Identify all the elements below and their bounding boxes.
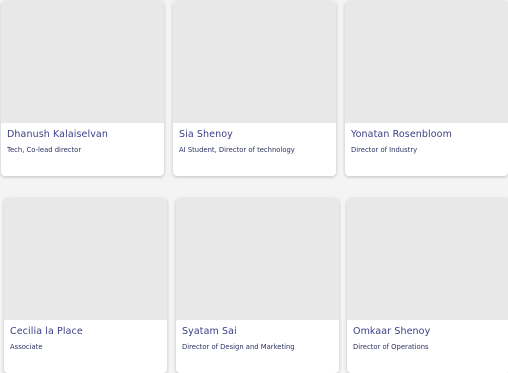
member-photo-placeholder bbox=[176, 198, 339, 320]
member-photo-placeholder bbox=[1, 1, 164, 123]
member-name: Syatam Sai bbox=[182, 326, 237, 337]
team-card[interactable]: Syatam Sai Director of Design and Market… bbox=[176, 198, 339, 373]
team-card[interactable]: Omkaar Shenoy Director of Operations bbox=[347, 198, 508, 373]
member-role: Tech, Co-lead director bbox=[7, 146, 82, 154]
team-card[interactable]: Yonatan Rosenbloom Director of Industry bbox=[345, 1, 508, 176]
member-role: Associate bbox=[10, 343, 43, 351]
member-name: Dhanush Kalaiselvan bbox=[7, 129, 108, 140]
member-role: Director of Operations bbox=[353, 343, 429, 351]
member-photo-placeholder bbox=[173, 1, 336, 123]
member-role: AI Student, Director of technology bbox=[179, 146, 295, 154]
member-name: Yonatan Rosenbloom bbox=[351, 129, 452, 140]
member-name: Omkaar Shenoy bbox=[353, 326, 431, 337]
member-name: Sia Shenoy bbox=[179, 129, 233, 140]
team-card[interactable]: Sia Shenoy AI Student, Director of techn… bbox=[173, 1, 336, 176]
member-photo-placeholder bbox=[345, 1, 508, 123]
team-card[interactable]: Cecilia la Place Associate bbox=[4, 198, 167, 373]
member-name: Cecilia la Place bbox=[10, 326, 83, 337]
team-card[interactable]: Dhanush Kalaiselvan Tech, Co-lead direct… bbox=[1, 1, 164, 176]
member-role: Director of Design and Marketing bbox=[182, 343, 295, 351]
team-grid: Dhanush Kalaiselvan Tech, Co-lead direct… bbox=[0, 0, 508, 373]
member-photo-placeholder bbox=[4, 198, 167, 320]
member-role: Director of Industry bbox=[351, 146, 418, 154]
member-photo-placeholder bbox=[347, 198, 508, 320]
